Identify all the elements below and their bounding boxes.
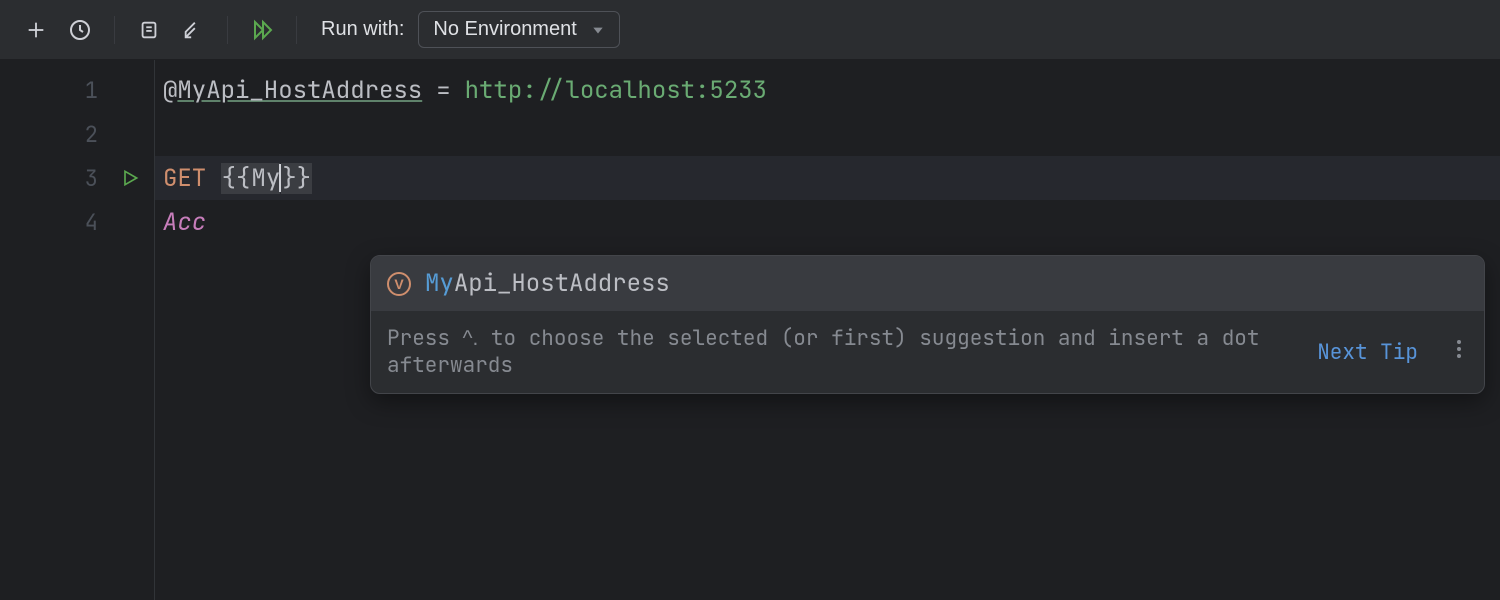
autocomplete-popup: V MyApi_HostAddress Press ^. to choose t…: [370, 255, 1485, 394]
structure-icon[interactable]: [131, 12, 167, 48]
code-area[interactable]: @MyApi_HostAddress=http://localhost:5233…: [155, 60, 1500, 600]
chevron-down-icon: [591, 23, 605, 37]
gutter: 1 2 3 4: [0, 60, 155, 600]
environment-selector[interactable]: No Environment: [418, 11, 619, 48]
gutter-row: 2: [0, 112, 154, 156]
line-number: 3: [85, 164, 98, 193]
add-icon[interactable]: [18, 12, 54, 48]
code-line[interactable]: Acc: [155, 200, 1500, 244]
next-tip-link[interactable]: Next Tip: [1317, 339, 1418, 366]
typed-text: My: [251, 163, 280, 194]
keyboard-shortcut: ^.: [463, 327, 479, 351]
import-icon[interactable]: [175, 12, 211, 48]
open-braces: {{: [221, 163, 252, 194]
code-line[interactable]: @MyApi_HostAddress = http://localhost:5233: [155, 68, 1500, 112]
run-all-icon[interactable]: [244, 12, 280, 48]
variable-icon: V: [387, 272, 411, 296]
autocomplete-item[interactable]: V MyApi_HostAddress: [371, 256, 1484, 311]
line-number: 2: [85, 120, 98, 149]
code-line[interactable]: [155, 112, 1500, 156]
run-line-icon[interactable]: [120, 168, 140, 188]
line-number: 4: [85, 208, 98, 237]
editor: 1 2 3 4 @MyApi_HostAddress=http://localh…: [0, 60, 1500, 600]
at-sign: @: [163, 75, 177, 106]
toolbar-divider: [114, 16, 115, 44]
tip-text: Press ^. to choose the selected (or firs…: [387, 325, 1307, 379]
variable-definition: MyApi_HostAddress: [177, 75, 422, 106]
toolbar-divider: [296, 16, 297, 44]
autocomplete-tip: Press ^. to choose the selected (or firs…: [371, 311, 1484, 393]
autocomplete-text: MyApi_HostAddress: [425, 268, 670, 299]
line-number: 1: [85, 76, 98, 105]
autocomplete-match: My: [425, 268, 454, 299]
more-icon[interactable]: [1450, 339, 1468, 366]
code-line-active[interactable]: GET {{My}}: [155, 156, 1500, 200]
http-method: GET: [163, 163, 206, 194]
history-icon[interactable]: [62, 12, 98, 48]
header-name: Acc: [163, 207, 206, 238]
url-value: http://localhost:5233: [465, 75, 767, 106]
run-with-label: Run with:: [321, 18, 404, 41]
autocomplete-rest: Api_HostAddress: [454, 268, 670, 299]
environment-selected-label: No Environment: [433, 18, 576, 41]
toolbar: Run with: No Environment: [0, 0, 1500, 60]
equals: =: [436, 75, 450, 106]
gutter-row: 3: [0, 156, 154, 200]
toolbar-divider: [227, 16, 228, 44]
gutter-row: 1: [0, 68, 154, 112]
gutter-row: 4: [0, 200, 154, 244]
close-braces: }}: [281, 163, 312, 194]
